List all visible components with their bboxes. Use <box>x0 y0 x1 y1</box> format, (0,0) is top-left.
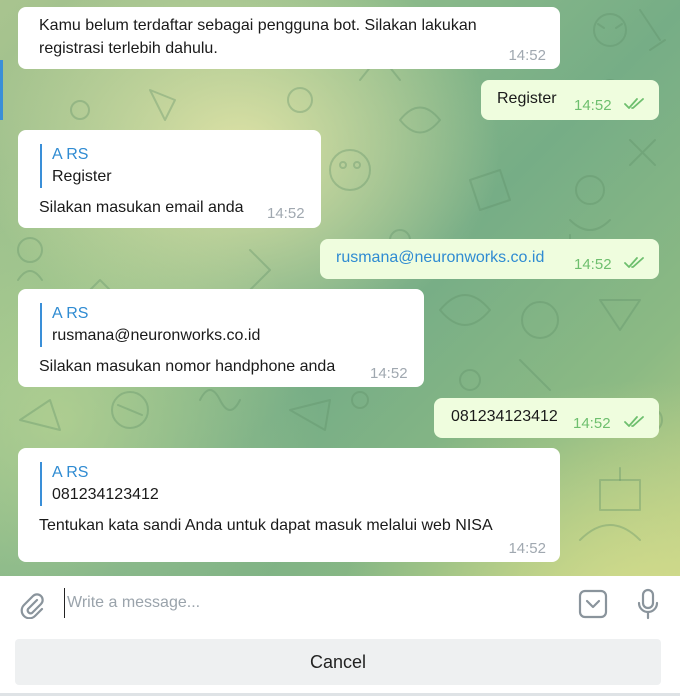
chat-area: Kamu belum terdaftar sebagai pengguna bo… <box>0 0 680 576</box>
microphone-icon[interactable] <box>636 588 660 620</box>
reply-author: A RS <box>52 464 89 481</box>
message-text: Tentukan kata sandi Anda untuk dapat mas… <box>39 517 493 534</box>
paperclip-icon[interactable] <box>18 591 46 619</box>
message-incoming-3[interactable]: A RS rusmana@neuronworks.co.id Silakan m… <box>18 289 424 387</box>
reply-quote[interactable]: A RS Register <box>40 144 112 188</box>
message-time: 14:52 <box>370 365 408 382</box>
cancel-button[interactable]: Cancel <box>15 639 661 685</box>
message-text: Register <box>497 90 557 107</box>
message-input[interactable] <box>64 588 547 618</box>
sticker-icon[interactable] <box>578 589 608 619</box>
message-outgoing-2[interactable]: rusmana@neuronworks.co.id 14:52 <box>320 239 659 279</box>
message-outgoing-1[interactable]: Register 14:52 <box>481 80 659 120</box>
reply-text: rusmana@neuronworks.co.id <box>52 327 261 344</box>
message-text: Kamu belum terdaftar sebagai pengguna bo… <box>39 17 477 34</box>
message-incoming-2[interactable]: A RS Register Silakan masukan email anda… <box>18 130 321 228</box>
message-outgoing-3[interactable]: 081234123412 14:52 <box>434 398 659 438</box>
message-time: 14:52 <box>574 256 612 273</box>
reply-quote[interactable]: A RS rusmana@neuronworks.co.id <box>40 303 260 347</box>
message-text: 081234123412 <box>451 408 558 425</box>
message-time: 14:52 <box>267 205 305 222</box>
read-checkmarks-icon <box>624 98 644 109</box>
message-input-row <box>0 576 680 632</box>
reply-author: A RS <box>52 146 89 163</box>
message-text: Silakan masukan nomor handphone anda <box>39 358 336 375</box>
scroll-indicator <box>0 60 3 120</box>
message-time: 14:52 <box>508 540 546 557</box>
reply-quote[interactable]: A RS 081234123412 <box>40 462 159 506</box>
read-checkmarks-icon <box>624 257 644 268</box>
email-link[interactable]: rusmana@neuronworks.co.id <box>336 247 544 269</box>
message-text: Silakan masukan email anda <box>39 199 244 216</box>
message-incoming-1[interactable]: Kamu belum terdaftar sebagai pengguna bo… <box>18 7 560 69</box>
reply-text: 081234123412 <box>52 486 159 503</box>
reply-author: A RS <box>52 305 89 322</box>
read-checkmarks-icon <box>624 416 644 427</box>
message-time: 14:52 <box>574 97 612 114</box>
message-time: 14:52 <box>508 47 546 64</box>
message-time: 14:52 <box>573 415 611 432</box>
message-text-line2: registrasi terlebih dahulu. <box>39 40 218 57</box>
composer-area: Cancel <box>0 576 680 696</box>
reply-text: Register <box>52 168 112 185</box>
message-incoming-4[interactable]: A RS 081234123412 Tentukan kata sandi An… <box>18 448 560 562</box>
